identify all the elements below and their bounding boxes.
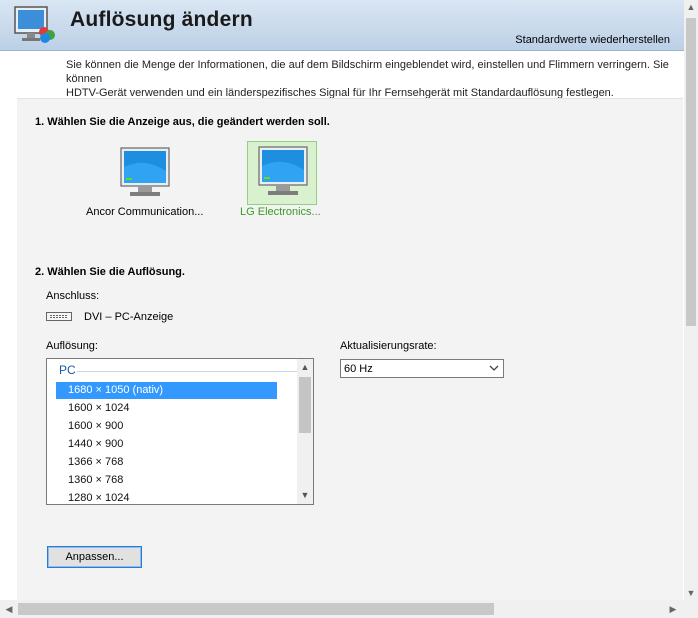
section-2-title: 2. Wählen Sie die Auflösung.: [35, 266, 185, 278]
listbox-scrollbar[interactable]: ▲ ▼: [297, 359, 313, 504]
display-settings-icon: [14, 6, 55, 43]
chevron-down-icon: [489, 365, 499, 371]
scroll-down-icon[interactable]: ▼: [684, 586, 698, 600]
connection-value: DVI – PC-Anzeige: [84, 311, 174, 323]
window-horizontal-scrollbar[interactable]: ◀ ▶: [0, 600, 684, 618]
header-banner: Auflösung ändern Standardwerte wiederher…: [0, 0, 684, 51]
resolution-label: Auflösung:: [46, 340, 98, 352]
window-hscroll-thumb[interactable]: [18, 603, 494, 615]
section-1-title: 1. Wählen Sie die Anzeige aus, die geänd…: [35, 116, 330, 128]
dvi-connector-icon: [46, 312, 72, 321]
window-vertical-scrollbar[interactable]: ▲ ▼: [684, 0, 698, 600]
scroll-right-icon[interactable]: ▶: [666, 602, 680, 616]
display-label-lg: LG Electronics...: [240, 206, 321, 218]
resolution-item[interactable]: 1366 × 768: [56, 454, 277, 471]
refresh-rate-label: Aktualisierungsrate:: [340, 340, 437, 352]
window-scroll-thumb[interactable]: [686, 18, 696, 326]
display-label-ancor: Ancor Communication...: [86, 206, 204, 218]
refresh-rate-value: 60 Hz: [344, 363, 373, 375]
scroll-down-icon[interactable]: ▼: [299, 489, 311, 501]
display-ancor[interactable]: [108, 142, 180, 206]
customize-button[interactable]: Anpassen...: [47, 546, 142, 568]
scroll-left-icon[interactable]: ◀: [2, 602, 16, 616]
scroll-up-icon[interactable]: ▲: [684, 0, 698, 14]
restore-defaults-link[interactable]: Standardwerte wiederherstellen: [515, 34, 670, 46]
page-title: Auflösung ändern: [70, 8, 253, 31]
resolution-item[interactable]: 1680 × 1050 (nativ): [56, 382, 277, 399]
resolution-item[interactable]: 1600 × 900: [56, 418, 277, 435]
intro-text: Sie können die Menge der Informationen, …: [66, 58, 686, 100]
display-lg[interactable]: [246, 141, 318, 205]
scroll-up-icon[interactable]: ▲: [299, 361, 311, 373]
refresh-rate-select[interactable]: 60 Hz: [340, 359, 504, 378]
resolution-item[interactable]: 1360 × 768: [56, 472, 277, 489]
resolution-item[interactable]: 1440 × 900: [56, 436, 277, 453]
monitor-icon: [258, 146, 308, 195]
connection-label: Anschluss:: [46, 290, 100, 302]
resolution-listbox[interactable]: PC 1680 × 1050 (nativ) 1600 × 1024 1600 …: [46, 358, 314, 505]
monitor-icon: [120, 147, 170, 196]
resolution-item[interactable]: 1600 × 1024: [56, 400, 277, 417]
resolution-item[interactable]: 1280 × 1024: [56, 490, 277, 504]
intro-line-1: Sie können die Menge der Informationen, …: [66, 59, 669, 85]
scrollbar-corner: [684, 600, 698, 618]
group-header-pc: PC: [59, 363, 76, 377]
group-divider: [77, 371, 297, 372]
listbox-scroll-thumb[interactable]: [299, 377, 311, 433]
